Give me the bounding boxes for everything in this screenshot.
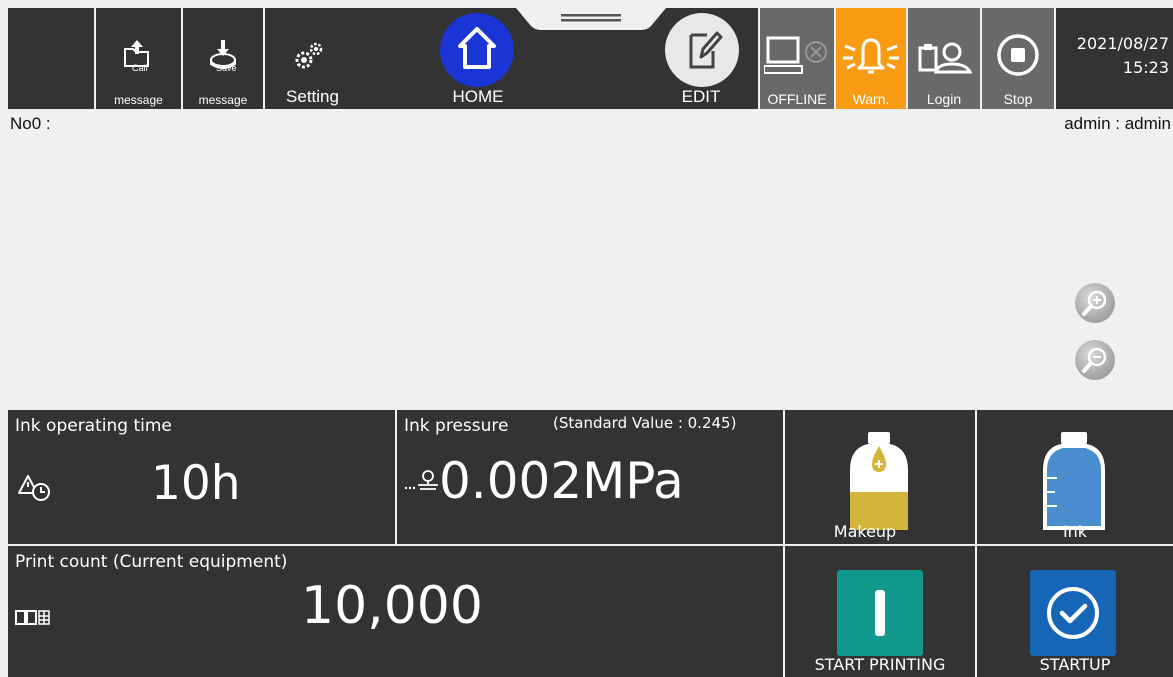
- zoom-in-icon: [1082, 290, 1107, 316]
- start-printing-icon: [837, 570, 923, 656]
- message-preview-area[interactable]: [8, 109, 1173, 408]
- alarm-bell-icon: [843, 38, 899, 74]
- call-message-button[interactable]: Call message: [96, 8, 181, 109]
- offline-status[interactable]: OFFLINE: [760, 8, 834, 109]
- save-message-label: message: [198, 93, 248, 107]
- startup-label: STARTUP: [1039, 655, 1111, 674]
- gears-icon: [295, 42, 323, 69]
- ink-button[interactable]: Ink: [977, 410, 1173, 544]
- zoom-out-button[interactable]: [1075, 340, 1115, 380]
- counter-icon: [15, 610, 50, 625]
- edit-label: EDIT: [681, 87, 721, 106]
- user-clipboard-icon: [918, 42, 973, 74]
- pressure-gauge-icon: [404, 470, 438, 490]
- save-icon-text: Save: [216, 63, 237, 73]
- ink-operating-time-panel: Ink operating time 10h: [8, 410, 395, 544]
- toolbar-divider: [1054, 8, 1056, 109]
- edit-icon: [665, 13, 739, 87]
- start-printing-label: START PRINTING: [814, 655, 946, 674]
- zoom-out-icon: [1082, 347, 1107, 373]
- setting-label: Setting: [286, 87, 339, 106]
- date-text: 2021/08/27: [1076, 34, 1169, 53]
- edit-button[interactable]: EDIT: [646, 8, 756, 109]
- save-message-button[interactable]: Save message: [183, 8, 263, 109]
- warning-label: Warn.: [852, 91, 890, 107]
- ink-operating-time-title: Ink operating time: [15, 416, 172, 436]
- ink-pressure-title: Ink pressure: [404, 416, 509, 436]
- home-icon: [440, 13, 514, 87]
- stop-icon: [997, 34, 1039, 76]
- time-text: 15:23: [1122, 58, 1169, 77]
- stop-button[interactable]: Stop: [982, 8, 1054, 109]
- print-count-panel: Print count (Current equipment) 10,000: [8, 546, 783, 677]
- startup-button[interactable]: STARTUP: [977, 546, 1173, 677]
- login-button[interactable]: Login: [908, 8, 980, 109]
- call-message-label: message: [114, 93, 163, 107]
- warning-status[interactable]: Warn.: [836, 8, 906, 109]
- makeup-label: Makeup: [833, 522, 897, 541]
- message-number: No0 :: [10, 114, 51, 133]
- makeup-button[interactable]: Makeup: [785, 410, 975, 544]
- startup-icon: [1030, 570, 1116, 656]
- zoom-in-button[interactable]: [1075, 283, 1115, 323]
- start-printing-button[interactable]: START PRINTING: [785, 546, 975, 677]
- user-label: admin : admin: [1064, 114, 1171, 133]
- ink-pressure-value: 0.002MPa: [439, 452, 684, 510]
- ink-operating-time-value: 10h: [151, 456, 241, 511]
- makeup-bottle-icon: [850, 432, 908, 530]
- call-icon-text: Call: [132, 63, 148, 73]
- warning-clock-icon: [18, 475, 50, 501]
- print-count-title: Print count (Current equipment): [15, 552, 288, 572]
- ink-pressure-panel: Ink pressure (Standard Value : 0.245) 0.…: [397, 410, 783, 544]
- home-label: HOME: [452, 87, 504, 106]
- ink-label: Ink: [1062, 522, 1088, 541]
- setting-button[interactable]: Setting: [265, 8, 360, 109]
- offline-computer-icon: [764, 36, 827, 74]
- top-toolbar: Call message Save message Setting HOME E…: [8, 8, 1173, 109]
- login-label: Login: [926, 91, 962, 107]
- ink-bottle-icon: [1043, 432, 1105, 530]
- stop-label: Stop: [1003, 91, 1033, 107]
- pull-down-handle[interactable]: [516, 8, 666, 30]
- date-time: 2021/08/27 15:23: [1077, 32, 1169, 80]
- print-count-value: 10,000: [301, 576, 483, 636]
- ink-pressure-standard: (Standard Value : 0.245): [553, 414, 737, 432]
- offline-label: OFFLINE: [767, 91, 827, 107]
